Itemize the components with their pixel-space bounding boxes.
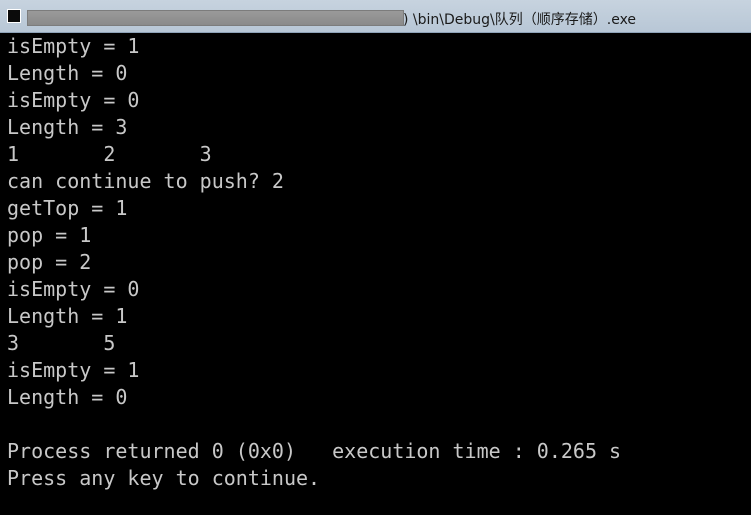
console-line: Length = 1 — [7, 304, 128, 328]
console-line: Length = 0 — [7, 385, 128, 409]
console-window: ) \bin\Debug\队列（顺序存储）.exe isEmpty = 1 Le… — [0, 0, 751, 515]
title-bar[interactable]: ) \bin\Debug\队列（顺序存储）.exe — [0, 0, 751, 33]
console-line: getTop = 1 — [7, 196, 128, 220]
console-line: isEmpty = 0 — [7, 277, 140, 301]
console-line: 1 2 3 — [7, 142, 212, 166]
redacted-path — [27, 10, 404, 26]
console-line: Length = 3 — [7, 115, 128, 139]
console-line: 3 5 — [7, 331, 116, 355]
console-line: can continue to push? 2 — [7, 169, 284, 193]
console-line: Press any key to continue. — [7, 466, 321, 490]
window-title: ) \bin\Debug\队列（顺序存储）.exe — [403, 12, 637, 28]
console-app-icon — [7, 9, 21, 23]
console-line: isEmpty = 1 — [7, 358, 140, 382]
console-line: Length = 0 — [7, 61, 128, 85]
console-line: pop = 2 — [7, 250, 92, 274]
console-line: isEmpty = 1 — [7, 34, 140, 58]
console-line: Process returned 0 (0x0) execution time … — [7, 439, 622, 463]
console-line: isEmpty = 0 — [7, 88, 140, 112]
console-line: pop = 1 — [7, 223, 92, 247]
console-output[interactable]: isEmpty = 1 Length = 0 isEmpty = 0 Lengt… — [0, 33, 751, 515]
